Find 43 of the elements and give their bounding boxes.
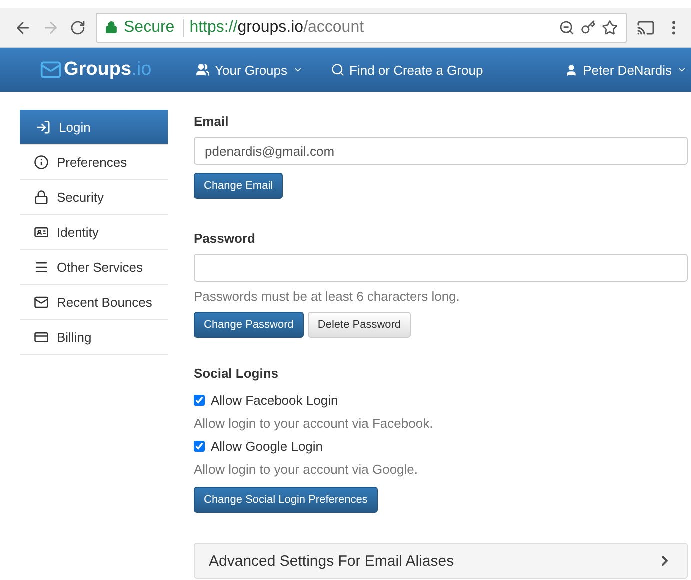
change-email-button[interactable]: Change Email <box>194 173 284 199</box>
checkbox[interactable] <box>194 395 205 406</box>
cast-icon[interactable] <box>637 18 655 36</box>
logo-text[interactable]: Groups.io <box>64 59 152 81</box>
search-icon <box>330 63 345 77</box>
panel-title: Advanced Settings For Email Aliases <box>209 552 454 570</box>
lock-icon <box>34 190 49 204</box>
checkbox-label: Allow Facebook Login <box>211 393 338 408</box>
email-label: Email <box>194 114 230 129</box>
key-icon[interactable] <box>581 20 596 35</box>
info-icon <box>34 154 49 170</box>
users-icon <box>196 63 210 77</box>
sidebar-item[interactable]: Login <box>20 110 168 145</box>
secure-label: Secure <box>124 18 184 36</box>
password-button[interactable]: Change Password <box>194 312 304 338</box>
advanced-settings-panel[interactable]: Advanced Settings For Email Aliases <box>194 543 688 579</box>
nav-link[interactable]: Find or Create a Group <box>330 62 484 78</box>
password-field[interactable] <box>194 254 688 282</box>
checkbox[interactable] <box>194 441 205 452</box>
lock-icon <box>105 21 118 34</box>
zoom-out-icon[interactable] <box>559 20 575 36</box>
address-bar[interactable]: Secure https://groups.io/account <box>96 12 627 42</box>
login-icon <box>36 120 51 134</box>
menu-icon <box>34 260 49 274</box>
user-icon <box>565 64 578 76</box>
id-card-icon <box>34 224 49 240</box>
help-text: Allow login to your account via Facebook. <box>194 416 434 431</box>
email-field[interactable]: pdenardis@gmail.com <box>194 137 688 165</box>
envelope-icon <box>40 59 62 81</box>
help-text: Allow login to your account via Google. <box>194 462 420 477</box>
star-icon[interactable] <box>602 20 618 36</box>
url-text: https://groups.io/account <box>190 18 364 36</box>
checkbox-label: Allow Google Login <box>211 439 324 454</box>
nav-link[interactable]: Your Groups <box>196 62 303 78</box>
envelope-icon <box>34 294 49 310</box>
reload-icon[interactable] <box>70 20 86 36</box>
social-login-button[interactable]: Change Social Login Preferences <box>194 487 378 513</box>
password-label: Password <box>194 231 256 246</box>
password-hint: Passwords must be at least 6 characters long. <box>194 289 461 304</box>
social-logins-title: Social Logins <box>194 366 280 381</box>
user-menu[interactable]: Peter DeNardis <box>565 62 687 78</box>
credit-card-icon <box>34 330 49 344</box>
password-button[interactable]: Delete Password <box>308 312 412 338</box>
